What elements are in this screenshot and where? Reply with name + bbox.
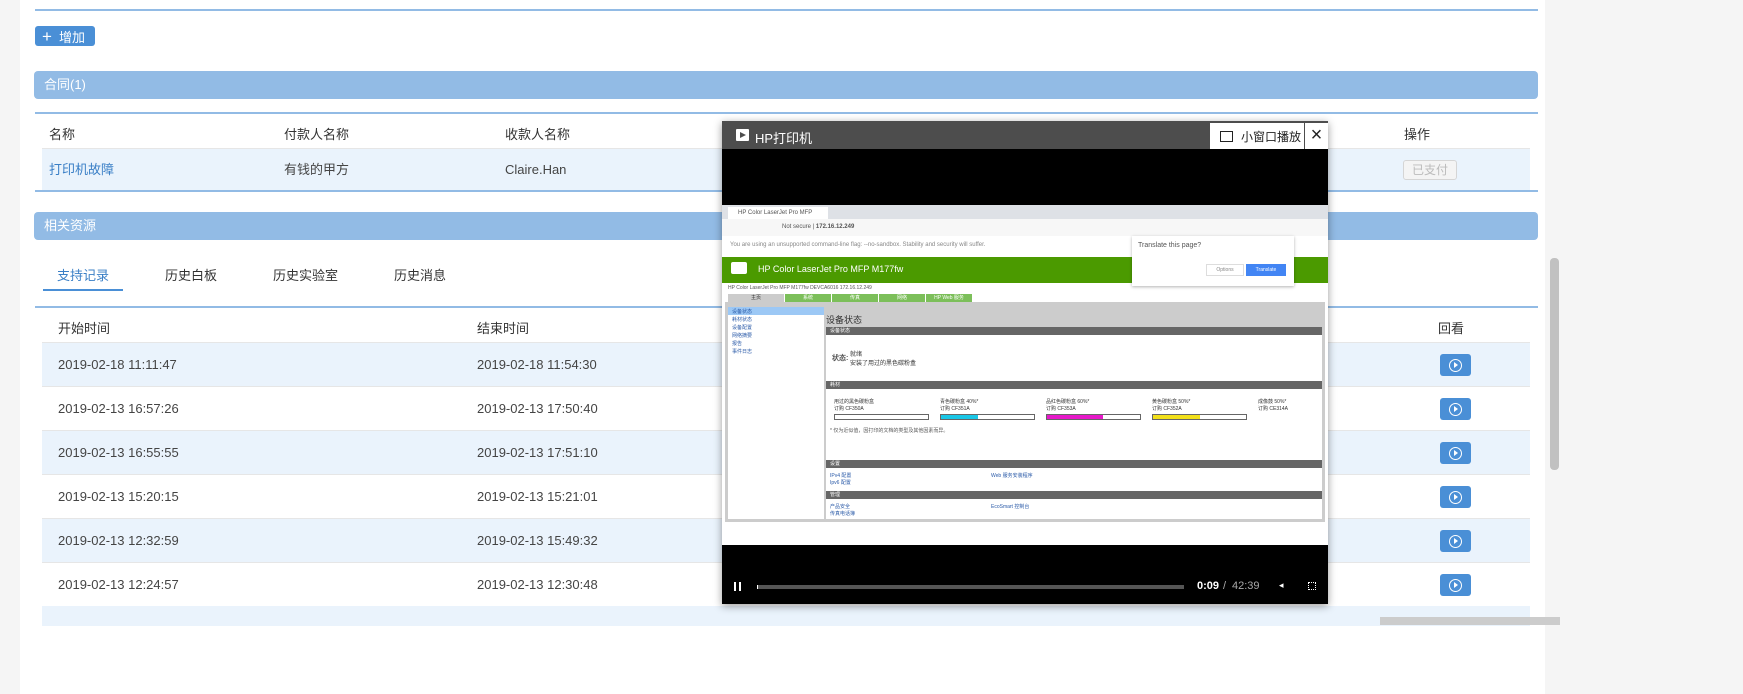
active-tab-indicator: [43, 289, 123, 291]
replay-button[interactable]: [1440, 486, 1471, 508]
divider: [35, 112, 1538, 114]
video-title: HP打印机: [755, 131, 813, 146]
hp-nav-tab: 系统: [785, 294, 831, 302]
monitor-icon: [1220, 130, 1233, 142]
supply-level-bar: [1152, 414, 1247, 420]
progress-bar[interactable]: [757, 585, 1184, 589]
end-time: 2019-02-13 15:21:01: [477, 489, 598, 504]
video-frame: HP Color LaserJet Pro MFP Not secure | 1…: [722, 205, 1328, 545]
play-circle-icon: [1449, 534, 1462, 548]
fullscreen-icon[interactable]: [1308, 582, 1316, 590]
supply-level-bar: [940, 414, 1035, 420]
play-circle-icon: [1449, 578, 1462, 592]
tab-support-records[interactable]: 支持记录: [57, 265, 109, 284]
video-controls: 0:09 / 42:39 ◂: [722, 579, 1328, 595]
replay-button[interactable]: [1440, 354, 1471, 376]
contract-name-link[interactable]: 打印机故障: [49, 149, 114, 191]
end-time: 2019-02-13 12:30:48: [477, 577, 598, 592]
plus-icon: +: [42, 26, 52, 46]
col-header-end: 结束时间: [477, 321, 530, 336]
hp-nav-tabs: 主页 系统 传真 网络 HP Web 服务: [728, 294, 972, 302]
supply-item: 成像鼓 50%* 订购 CE314A: [1258, 399, 1289, 412]
col-header-payer: 付款人名称: [284, 127, 350, 142]
play-circle-icon: [1449, 402, 1462, 416]
current-time: 0:09: [1197, 580, 1220, 592]
pause-icon[interactable]: [734, 582, 741, 591]
duration: 42:39: [1232, 580, 1260, 592]
hp-side-link: 事件日志: [732, 349, 753, 355]
hp-sidebar: 设备状态耗材状态设备配置网络摘要报告事件日志: [728, 307, 824, 519]
video-icon: [736, 129, 749, 141]
end-time: 2019-02-13 17:50:40: [477, 401, 598, 416]
browser-tabbar: HP Color LaserJet Pro MFP: [722, 205, 1328, 219]
replay-button[interactable]: [1440, 530, 1471, 552]
close-icon[interactable]: ×: [1305, 123, 1328, 149]
start-time: 2019-02-18 11:11:47: [58, 357, 177, 372]
col-header-start: 开始时间: [58, 321, 111, 336]
supply-item: 用过的黑色碳粉盒 订购 CF350A: [834, 398, 929, 420]
tab-history-messages[interactable]: 历史消息: [394, 265, 446, 284]
payee-name: Claire.Han: [505, 162, 567, 177]
divider: [35, 9, 1538, 11]
col-header-action: 操作: [1404, 127, 1431, 142]
play-circle-icon: [1449, 490, 1462, 504]
contract-section-header: 合同(1): [34, 71, 1538, 99]
col-header-payee: 收款人名称: [505, 127, 571, 142]
supply-level-bar: [834, 414, 929, 420]
hp-nav-tab: 传真: [832, 294, 878, 302]
end-time: 2019-02-13 15:49:32: [477, 533, 598, 548]
translate-popup: Translate this page? Options Translate: [1132, 236, 1294, 286]
add-button[interactable]: + 增加: [35, 26, 95, 46]
hp-nav-tab: 网络: [879, 294, 925, 302]
hp-nav-tab: HP Web 服务: [926, 294, 972, 302]
scrollbar-thumb[interactable]: [1550, 258, 1559, 470]
volume-icon[interactable]: ◂: [1279, 580, 1284, 591]
tab-history-lab[interactable]: 历史实验室: [273, 265, 338, 284]
payer-name: 有钱的甲方: [284, 162, 350, 177]
start-time: 2019-02-13 16:57:26: [58, 401, 179, 416]
video-player: HP打印机 小窗口播放 × HP Color LaserJet Pro MFP …: [722, 121, 1328, 604]
hp-side-link: 网络摘要: [732, 333, 753, 339]
hp-side-link: 设备配置: [732, 325, 753, 331]
paid-button[interactable]: 已支付: [1403, 160, 1457, 180]
hp-side-link: 设备状态: [728, 307, 824, 315]
supply-item: 品红色碳粉盒 60%* 订购 CF353A: [1046, 398, 1141, 420]
end-time: 2019-02-13 17:51:10: [477, 445, 598, 460]
hp-nav-tab: 主页: [728, 294, 784, 302]
replay-button[interactable]: [1440, 398, 1471, 420]
start-time: 2019-02-13 12:24:57: [58, 577, 179, 592]
tab-history-whiteboard[interactable]: 历史白板: [165, 265, 217, 284]
hp-side-link: 报告: [732, 341, 743, 347]
video-header: HP打印机 小窗口播放 ×: [722, 121, 1328, 149]
replay-button[interactable]: [1440, 574, 1471, 596]
hp-side-link: 耗材状态: [732, 317, 753, 323]
scrollbar-horizontal[interactable]: [1380, 617, 1560, 625]
hp-logo-icon: [731, 262, 747, 274]
table-row: [42, 606, 1530, 626]
play-circle-icon: [1449, 446, 1462, 460]
browser-addressbar: Not secure | 172.16.12.249: [722, 219, 1328, 236]
start-time: 2019-02-13 12:32:59: [58, 533, 179, 548]
play-circle-icon: [1449, 358, 1462, 372]
supply-level-bar: [1046, 414, 1141, 420]
col-header-replay: 回看: [1438, 321, 1465, 336]
supply-item: 青色碳粉盒 40%* 订购 CF351A: [940, 398, 1035, 420]
col-header-name: 名称: [49, 127, 76, 142]
supply-item: 黄色碳粉盒 50%* 订购 CF352A: [1152, 398, 1247, 420]
end-time: 2019-02-18 11:54:30: [477, 357, 597, 372]
replay-button[interactable]: [1440, 442, 1471, 464]
start-time: 2019-02-13 16:55:55: [58, 445, 179, 460]
start-time: 2019-02-13 15:20:15: [58, 489, 179, 504]
mini-window-button[interactable]: 小窗口播放: [1210, 123, 1304, 149]
